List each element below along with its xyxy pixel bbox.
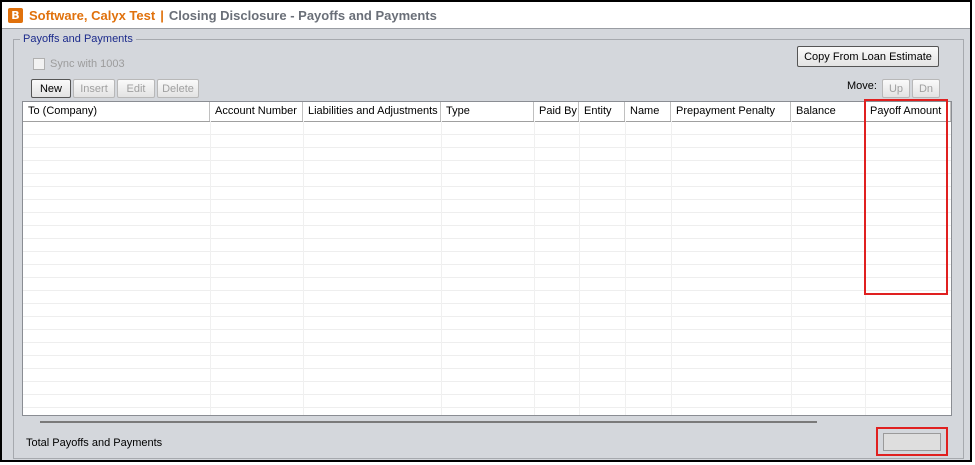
new-button[interactable]: New xyxy=(31,79,71,98)
grid-column-line xyxy=(579,121,580,415)
grid-column-line xyxy=(441,121,442,415)
grid-row-line xyxy=(23,394,951,395)
grid-row-line xyxy=(23,134,951,135)
grid-column-line xyxy=(534,121,535,415)
checkbox-box[interactable] xyxy=(33,58,45,70)
grid-row-line xyxy=(23,303,951,304)
sync-with-1003-checkbox[interactable]: Sync with 1003 xyxy=(33,58,125,70)
copy-from-loan-estimate-button[interactable]: Copy From Loan Estimate xyxy=(797,46,939,67)
grid-row-line xyxy=(23,225,951,226)
page-title: Closing Disclosure - Payoffs and Payment… xyxy=(168,7,437,23)
grid-row-line xyxy=(23,186,951,187)
grid-row-line xyxy=(23,290,951,291)
column-header-liabilities[interactable]: Liabilities and Adjustments xyxy=(303,102,441,121)
move-label: Move: xyxy=(847,80,877,92)
grid-row-line xyxy=(23,407,951,408)
horizontal-scrollbar[interactable] xyxy=(20,418,952,430)
column-header-balance[interactable]: Balance xyxy=(791,102,865,121)
grid-header: To (Company) Account Number Liabilities … xyxy=(23,102,951,122)
grid-row-line xyxy=(23,173,951,174)
grid-row-line xyxy=(23,277,951,278)
payoffs-grid[interactable]: To (Company) Account Number Liabilities … xyxy=(22,101,952,416)
title-bar: B Software, Calyx Test | Closing Disclos… xyxy=(2,2,970,29)
column-header-prepayment-penalty[interactable]: Prepayment Penalty xyxy=(671,102,791,121)
grid-column-line xyxy=(671,121,672,415)
grid-row-line xyxy=(23,251,951,252)
group-label: Payoffs and Payments xyxy=(20,33,136,45)
column-header-entity[interactable]: Entity xyxy=(579,102,625,121)
grid-row-line xyxy=(23,368,951,369)
scrollbar-track[interactable] xyxy=(40,421,817,423)
move-down-button[interactable]: Dn xyxy=(912,79,940,98)
edit-button[interactable]: Edit xyxy=(117,79,155,98)
grid-row-line xyxy=(23,238,951,239)
grid-row-line xyxy=(23,329,951,330)
grid-body xyxy=(23,121,951,415)
move-up-button[interactable]: Up xyxy=(882,79,910,98)
payoffs-window: B Software, Calyx Test | Closing Disclos… xyxy=(0,0,972,462)
insert-button[interactable]: Insert xyxy=(73,79,115,98)
total-label: Total Payoffs and Payments xyxy=(26,437,163,449)
column-header-type[interactable]: Type xyxy=(441,102,534,121)
grid-row-line xyxy=(23,212,951,213)
grid-column-line xyxy=(865,121,866,415)
grid-row-line xyxy=(23,355,951,356)
borrower-name: Software, Calyx Test xyxy=(29,7,156,23)
grid-column-line xyxy=(210,121,211,415)
grid-row-line xyxy=(23,160,951,161)
grid-row-line xyxy=(23,264,951,265)
grid-column-line xyxy=(791,121,792,415)
sync-label: Sync with 1003 xyxy=(50,58,125,70)
delete-button[interactable]: Delete xyxy=(157,79,199,98)
title-separator: | xyxy=(160,7,164,23)
grid-row-line xyxy=(23,381,951,382)
grid-row-line xyxy=(23,147,951,148)
total-payoffs-field xyxy=(883,433,941,451)
grid-column-line xyxy=(303,121,304,415)
column-header-payoff-amount[interactable]: Payoff Amount xyxy=(865,102,951,121)
column-header-paid-by[interactable]: Paid By xyxy=(534,102,579,121)
grid-row-line xyxy=(23,342,951,343)
column-header-account-number[interactable]: Account Number xyxy=(210,102,303,121)
grid-column-line xyxy=(625,121,626,415)
grid-row-line xyxy=(23,199,951,200)
app-logo-icon: B xyxy=(8,7,23,23)
grid-row-line xyxy=(23,316,951,317)
column-header-name[interactable]: Name xyxy=(625,102,671,121)
column-header-to-company[interactable]: To (Company) xyxy=(23,102,210,121)
